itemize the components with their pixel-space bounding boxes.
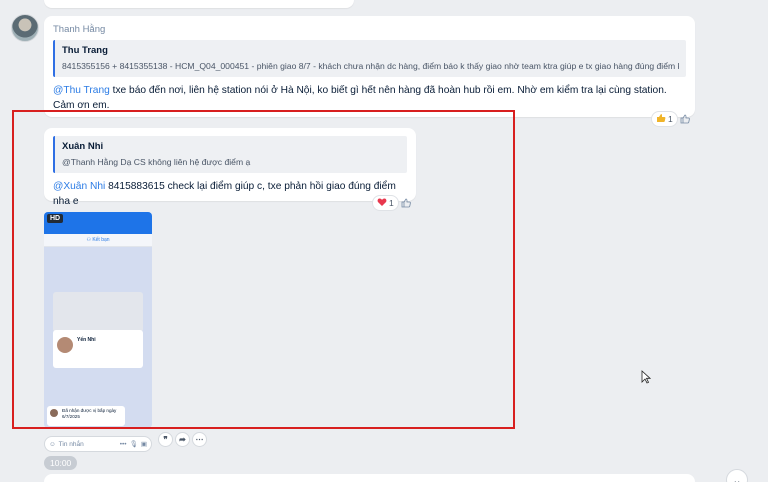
sender-name: Thanh Hằng: [53, 24, 106, 35]
mention-link[interactable]: @Xuân Nhi: [53, 181, 105, 192]
hd-badge: HD: [47, 214, 64, 223]
reply-composer[interactable]: ☺ Tin nhắn ••• 🎙 ▣: [44, 436, 152, 452]
mention-link[interactable]: @Thu Trang: [53, 85, 110, 96]
thumbs-up-icon: [656, 113, 666, 125]
phone-profile-avatar: [57, 337, 73, 353]
timestamp-badge: 10:00: [44, 456, 78, 470]
mic-icon[interactable]: 🎙: [130, 440, 138, 448]
like-outline-icon: [680, 114, 690, 124]
phone-add-friend-label: Kết bạn: [92, 237, 110, 243]
emoji-icon[interactable]: ☺: [49, 441, 56, 448]
reaction-badge[interactable]: 1: [372, 195, 399, 211]
message-actions: ❞ ➦ ⋯: [158, 432, 207, 447]
like-outline-icon: [401, 198, 411, 208]
previous-message-bubble: [44, 0, 354, 8]
phone-profile-card: Yến Nhi: [53, 330, 143, 368]
quoted-message[interactable]: Xuân Nhi @Thanh Hằng Dạ CS không liên hệ…: [53, 136, 407, 173]
more-icon[interactable]: •••: [120, 441, 127, 448]
message-body: 8415883615 check lại điểm giúp c, txe ph…: [53, 181, 396, 207]
message-text: @Xuân Nhi 8415883615 check lại điểm giúp…: [53, 179, 407, 209]
more-options-icon[interactable]: ⋯: [192, 432, 207, 447]
react-button[interactable]: [680, 114, 690, 124]
reaction-count: 1: [389, 198, 394, 208]
reaction-count: 1: [668, 114, 673, 124]
phone-header: HD: [44, 212, 152, 234]
react-button[interactable]: [401, 198, 411, 208]
quote-icon[interactable]: ❞: [158, 432, 173, 447]
message-bubble[interactable]: Thanh Hằng Thu Trang 8415355156 + 841535…: [44, 16, 695, 117]
quoted-text: 8415355156 + 8415355138 - HCM_Q04_000451…: [62, 61, 679, 71]
forward-icon[interactable]: ➦: [175, 432, 190, 447]
chevron-down-icon: ⌄: [732, 474, 742, 482]
next-message-bubble: [44, 474, 695, 482]
message-text: @Thu Trang txe báo đến nơi, liên hệ stat…: [53, 83, 686, 113]
phone-profile-name: Yến Nhi: [77, 337, 96, 343]
quoted-sender: Thu Trang: [62, 45, 108, 56]
reaction-bar: 1: [372, 195, 411, 211]
reaction-bar: 1: [651, 111, 690, 127]
phone-note-text: Đã nhận được vị bấp ngày 6/7/2025: [62, 408, 117, 419]
phone-note-bubble: Đã nhận được vị bấp ngày 6/7/2025: [47, 406, 125, 426]
image-attachment[interactable]: HD ⚇ Kết bạn Yến Nhi Đã nhận được vị bấp…: [44, 212, 152, 428]
reaction-badge[interactable]: 1: [651, 111, 678, 127]
scroll-down-button[interactable]: ⌄: [726, 469, 748, 482]
image-icon[interactable]: ▣: [141, 440, 147, 448]
message-body: txe báo đến nơi, liên hệ station nói ở H…: [53, 85, 667, 111]
user-plus-icon: ⚇: [86, 237, 91, 243]
composer-placeholder: Tin nhắn: [58, 440, 84, 448]
quoted-text: @Thanh Hằng Dạ CS không liên hệ được điể…: [62, 157, 251, 167]
phone-note-avatar: [50, 409, 58, 417]
sender-avatar[interactable]: [11, 14, 39, 42]
message-bubble[interactable]: Xuân Nhi @Thanh Hằng Dạ CS không liên hệ…: [44, 128, 416, 207]
mouse-cursor-icon: [641, 370, 651, 384]
quoted-sender: Xuân Nhi: [62, 141, 104, 152]
phone-cover-photo: [53, 292, 143, 332]
quoted-message[interactable]: Thu Trang 8415355156 + 8415355138 - HCM_…: [53, 40, 686, 77]
phone-add-friend-bar: ⚇ Kết bạn: [44, 234, 152, 247]
heart-icon: [377, 197, 387, 209]
